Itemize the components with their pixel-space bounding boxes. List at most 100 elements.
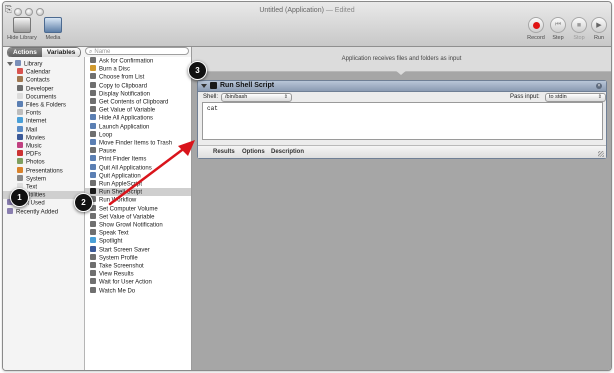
category-icon [17,133,23,140]
category-item[interactable]: Calendar [3,68,84,76]
category-list: Library Calendar Contacts Developer Document… [3,57,85,370]
category-item[interactable]: Library [3,60,84,68]
shell-popup[interactable]: /bin/bash ⇕ [221,93,292,102]
run-shell-script-action[interactable]: Run Shell Script × Shell: /bin/bash ⇕ Pas… [197,80,607,159]
tab-actions[interactable]: Actions [8,48,42,57]
stop-icon: ■ [571,17,587,33]
action-item[interactable]: Run Workflow [85,196,191,204]
action-item[interactable]: Get Contents of Clipboard [85,98,191,106]
action-item[interactable]: System Profile [85,253,191,262]
action-label: Start Screen Saver [99,247,150,254]
action-item[interactable]: Burn a Disc [85,65,191,73]
category-item[interactable]: Presentations [3,166,84,175]
action-item[interactable]: Run Shell Script [85,188,191,197]
action-item[interactable]: Quit Application [85,171,191,180]
script-text-area[interactable]: cat [202,102,603,140]
action-item[interactable]: Get Value of Variable [85,106,191,114]
action-item[interactable]: Print Finder Items [85,155,191,163]
action-item[interactable]: Launch Application [85,122,191,131]
results-tab[interactable]: Results [213,149,235,155]
action-item[interactable]: Choose from List [85,73,191,81]
pass-input-label: Pass input: [510,94,540,100]
action-item[interactable]: Speak Text [85,229,191,237]
action-item[interactable]: Set Value of Variable [85,212,191,221]
annotation-badge-2: 2 [74,193,93,212]
category-item[interactable]: PDFs [3,150,84,158]
action-label: Get Value of Variable [99,107,156,114]
category-item[interactable]: Fonts [3,109,84,117]
action-item[interactable]: Spotlight [85,237,191,245]
disclosure-triangle-icon[interactable] [7,61,13,66]
action-label: Set Computer Volume [99,206,158,213]
action-item[interactable]: Loop [85,130,191,139]
shell-label: Shell: [203,94,219,100]
action-item[interactable]: Take Screenshot [85,262,191,270]
category-label: PDFs [26,151,41,158]
action-item[interactable]: Hide All Applications [85,114,191,122]
action-item[interactable]: Display Notification [85,89,191,98]
category-label: Mail [26,127,38,134]
action-label: Get Contents of Clipboard [99,99,169,106]
stop-button[interactable]: ■ Stop [569,17,589,41]
action-item[interactable]: Ask for Confirmation [85,57,191,65]
action-item[interactable]: View Results [85,270,191,278]
action-item[interactable]: Copy to Clipboard [85,81,191,90]
step-icon: ⏮ [550,17,566,33]
action-item[interactable]: Move Finder Items to Trash [85,139,191,147]
category-label: Files & Folders [26,102,67,109]
action-item[interactable]: Set Computer Volume [85,204,191,213]
run-button[interactable]: ▶ Run [589,17,609,41]
action-item[interactable]: Run AppleScript [85,180,191,188]
category-item[interactable]: Music [3,142,84,150]
receives-input-text: Application receives files and folders a… [341,56,462,62]
category-item[interactable]: Photos [3,158,84,166]
category-item[interactable]: Recently Added [3,207,84,216]
action-item[interactable]: Wait for User Action [85,278,191,286]
action-label: Display Notification [99,91,151,98]
action-icon [90,221,96,227]
action-icon [90,171,96,178]
record-button[interactable]: Record [525,17,547,41]
category-label: Developer [26,86,54,93]
category-item[interactable]: Movies [3,133,84,142]
category-item[interactable]: Developer [3,84,84,93]
category-icon [17,125,23,132]
search-field[interactable]: ⌕ Name [85,47,189,55]
terminal-icon [210,82,217,89]
remove-action-icon[interactable]: × [596,83,602,89]
action-label: Spotlight [99,238,123,245]
category-item[interactable]: Documents [3,92,84,101]
category-icon [17,174,23,181]
description-tab[interactable]: Description [271,149,304,155]
category-icon [17,166,23,173]
action-icon [90,106,96,113]
category-item[interactable]: System [3,174,84,183]
media-button[interactable]: Media [42,17,64,41]
action-label: System Profile [99,255,138,262]
category-item[interactable]: Mail [3,125,84,134]
category-item[interactable]: Files & Folders [3,101,84,109]
category-icon [17,76,23,83]
category-item[interactable]: Internet [3,117,84,125]
action-label: Quit Application [99,173,141,180]
tab-variables[interactable]: Variables [41,48,81,57]
workflow-pane: Application receives files and folders a… [192,47,611,370]
category-icon [17,158,23,165]
action-icon [90,270,96,277]
action-item[interactable]: Pause [85,147,191,155]
action-item[interactable]: Watch Me Do [85,286,191,295]
category-item[interactable]: Contacts [3,76,84,84]
action-icon [90,188,96,195]
action-item[interactable]: Show Growl Notification [85,221,191,229]
step-button[interactable]: ⏮ Step [548,17,568,41]
hide-library-button[interactable]: Hide Library [7,17,37,41]
action-item[interactable]: Start Screen Saver [85,245,191,254]
resize-grip-icon[interactable] [598,151,604,157]
popup-arrows-icon: ⇕ [283,94,288,100]
disclosure-triangle-icon[interactable] [201,84,207,88]
options-tab[interactable]: Options [242,149,265,155]
pass-input-popup[interactable]: to stdin ⇕ [545,93,606,102]
action-item[interactable]: Quit All Applications [85,163,191,172]
action-icon [90,139,96,145]
category-icon [7,207,13,214]
